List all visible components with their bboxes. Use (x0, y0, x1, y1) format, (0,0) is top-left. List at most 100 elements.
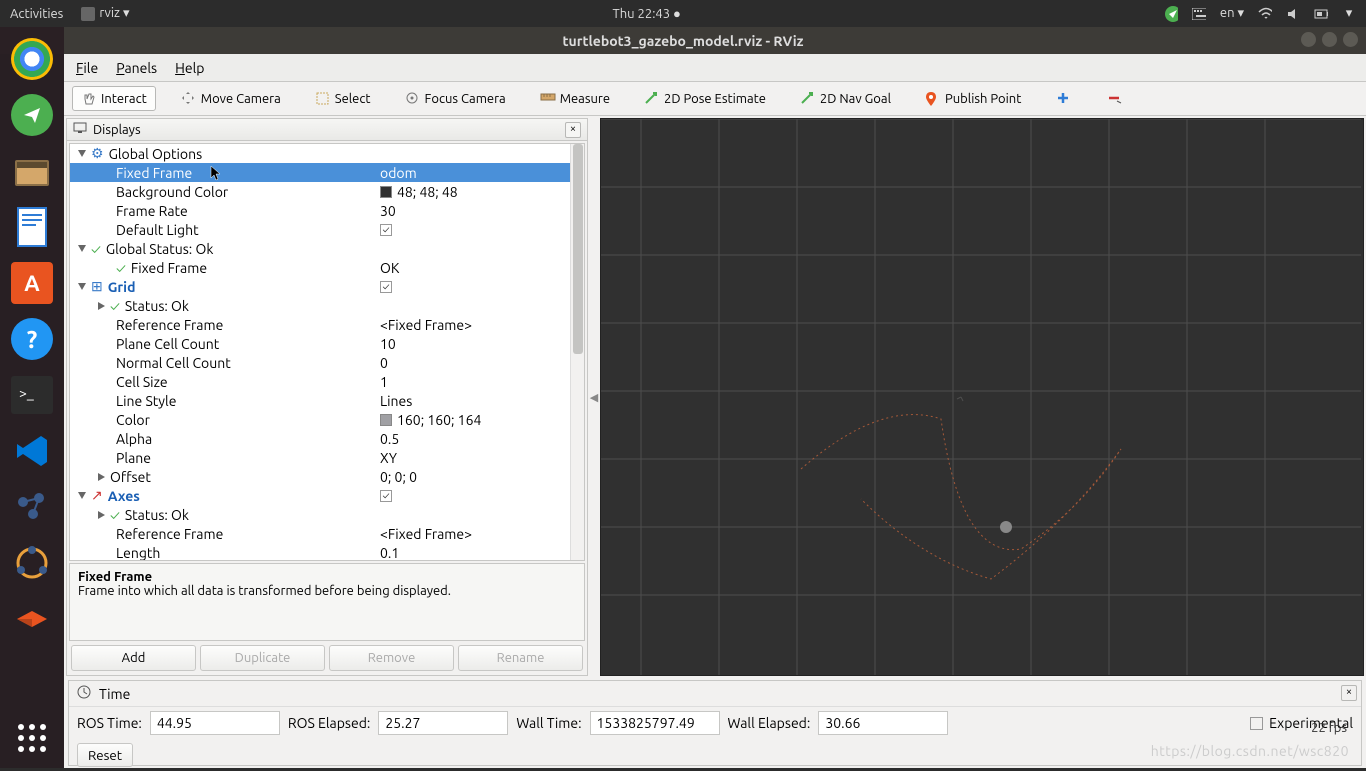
checkbox[interactable]: ✓ (380, 281, 392, 293)
check-icon: ✓ (116, 260, 126, 276)
check-icon: ✓ (110, 298, 120, 314)
dock-telegram-icon[interactable] (7, 91, 57, 139)
expand-icon[interactable] (78, 492, 86, 499)
hand-icon (81, 91, 96, 106)
interact-tool[interactable]: Interact (72, 86, 156, 111)
pose-estimate-tool[interactable]: 2D Pose Estimate (635, 86, 775, 111)
arrow-green-icon (644, 91, 659, 106)
dock-app1-icon[interactable] (7, 483, 57, 531)
activities-button[interactable]: Activities (10, 7, 63, 21)
select-tool[interactable]: Select (306, 86, 380, 111)
3d-viewport[interactable] (600, 118, 1364, 676)
pin-icon (925, 91, 940, 106)
ros-elapsed-input[interactable] (378, 711, 508, 735)
dock-software-icon[interactable]: A (7, 259, 57, 307)
window-titlebar: turtlebot3_gazebo_model.rviz - RViz (0, 27, 1366, 54)
move-icon (181, 91, 196, 106)
expand-icon[interactable] (98, 511, 105, 519)
wifi-icon[interactable] (1258, 7, 1272, 21)
move-camera-tool[interactable]: Move Camera (172, 86, 290, 111)
measure-tool[interactable]: Measure (531, 86, 619, 111)
expand-icon[interactable] (78, 283, 86, 290)
app-menu[interactable]: rviz ▾ (81, 6, 129, 21)
experimental-checkbox[interactable] (1250, 717, 1263, 730)
description-box: Fixed Frame Frame into which all data is… (69, 563, 585, 641)
displays-panel: Displays × ⚙Global Options Fixed Frameod… (66, 118, 588, 676)
ros-time-input[interactable] (150, 711, 280, 735)
description-title: Fixed Frame (78, 570, 152, 584)
nav-goal-tool[interactable]: 2D Nav Goal (791, 86, 900, 111)
add-button[interactable]: Add (71, 645, 196, 671)
time-label: Time (99, 686, 130, 702)
description-body: Frame into which all data is transformed… (78, 584, 451, 598)
plus-icon[interactable] (1056, 91, 1071, 106)
dock-writer-icon[interactable] (7, 203, 57, 251)
rviz-window: File Panels Help Interact Move Camera Se… (64, 54, 1366, 768)
ros-elapsed-label: ROS Elapsed: (288, 715, 371, 731)
expand-icon[interactable] (78, 150, 86, 157)
color-swatch (380, 414, 392, 426)
dock-app3-icon[interactable] (7, 595, 57, 643)
select-icon (315, 91, 330, 106)
panel-close-button[interactable]: × (1341, 685, 1357, 701)
laser-scan (801, 415, 1121, 579)
rename-button[interactable]: Rename (458, 645, 583, 671)
splitter[interactable]: ◀ (590, 116, 598, 678)
menu-panels[interactable]: Panels (116, 60, 157, 76)
grid-icon: ⊞ (91, 278, 103, 295)
focus-icon (405, 91, 420, 106)
dock-vscode-icon[interactable] (7, 427, 57, 475)
window-title: turtlebot3_gazebo_model.rviz - RViz (563, 33, 804, 49)
displays-title: Displays (93, 123, 141, 137)
grid-render (601, 119, 1363, 675)
checkbox[interactable]: ✓ (380, 224, 392, 236)
tree-row-fixed-frame[interactable]: Fixed Frameodom (70, 163, 584, 182)
expand-icon[interactable] (78, 245, 86, 252)
clock-icon (77, 685, 91, 702)
window-maximize-button[interactable] (1322, 32, 1337, 47)
fps-display: 22 fps (1311, 721, 1347, 735)
volume-icon[interactable] (1286, 7, 1300, 21)
battery-icon[interactable] (1314, 7, 1328, 21)
ubuntu-dock: A ? >_ (0, 27, 64, 768)
check-icon: ✓ (110, 507, 120, 523)
check-icon: ✓ (91, 241, 101, 257)
update-icon[interactable] (1164, 7, 1178, 21)
keyboard-icon[interactable] (1192, 7, 1206, 21)
wall-time-label: Wall Time: (516, 715, 581, 731)
power-icon[interactable]: ▾ (1342, 7, 1356, 21)
wall-elapsed-input[interactable] (818, 711, 948, 735)
expand-icon[interactable] (98, 473, 105, 481)
dock-show-apps-icon[interactable] (12, 718, 52, 758)
menu-file[interactable]: File (76, 60, 98, 76)
panel-close-button[interactable]: × (565, 122, 581, 138)
gnome-topbar: Activities rviz ▾ Thu 22:43 ● en ▾ ▾ (0, 0, 1366, 27)
monitor-icon (73, 122, 87, 137)
scrollbar[interactable] (570, 144, 584, 560)
wall-time-input[interactable] (590, 711, 720, 735)
lang-indicator[interactable]: en ▾ (1220, 6, 1244, 21)
displays-tree[interactable]: ⚙Global Options Fixed Frameodom Backgrou… (69, 143, 585, 561)
clock[interactable]: Thu 22:43 ● (130, 6, 1164, 21)
publish-point-tool[interactable]: Publish Point (916, 86, 1030, 111)
axes-icon: ↗ (91, 487, 103, 504)
dock-files-icon[interactable] (7, 147, 57, 195)
remove-button[interactable]: Remove (329, 645, 454, 671)
displays-header: Displays × (67, 119, 587, 141)
window-minimize-button[interactable] (1301, 32, 1316, 47)
dock-terminal-icon[interactable]: >_ (7, 371, 57, 419)
dock-chrome-icon[interactable] (7, 35, 57, 83)
dock-app2-icon[interactable] (7, 539, 57, 587)
window-close-button[interactable] (1343, 32, 1358, 47)
dock-help-icon[interactable]: ? (7, 315, 57, 363)
duplicate-button[interactable]: Duplicate (200, 645, 325, 671)
checkbox[interactable]: ✓ (380, 490, 392, 502)
svg-text:>_: >_ (19, 385, 34, 401)
expand-icon[interactable] (98, 302, 105, 310)
reset-button[interactable]: Reset (77, 743, 133, 767)
wall-elapsed-label: Wall Elapsed: (728, 715, 811, 731)
focus-camera-tool[interactable]: Focus Camera (396, 86, 515, 111)
cursor-icon (210, 165, 222, 181)
minus-icon[interactable] (1107, 91, 1122, 106)
menu-help[interactable]: Help (175, 60, 204, 76)
